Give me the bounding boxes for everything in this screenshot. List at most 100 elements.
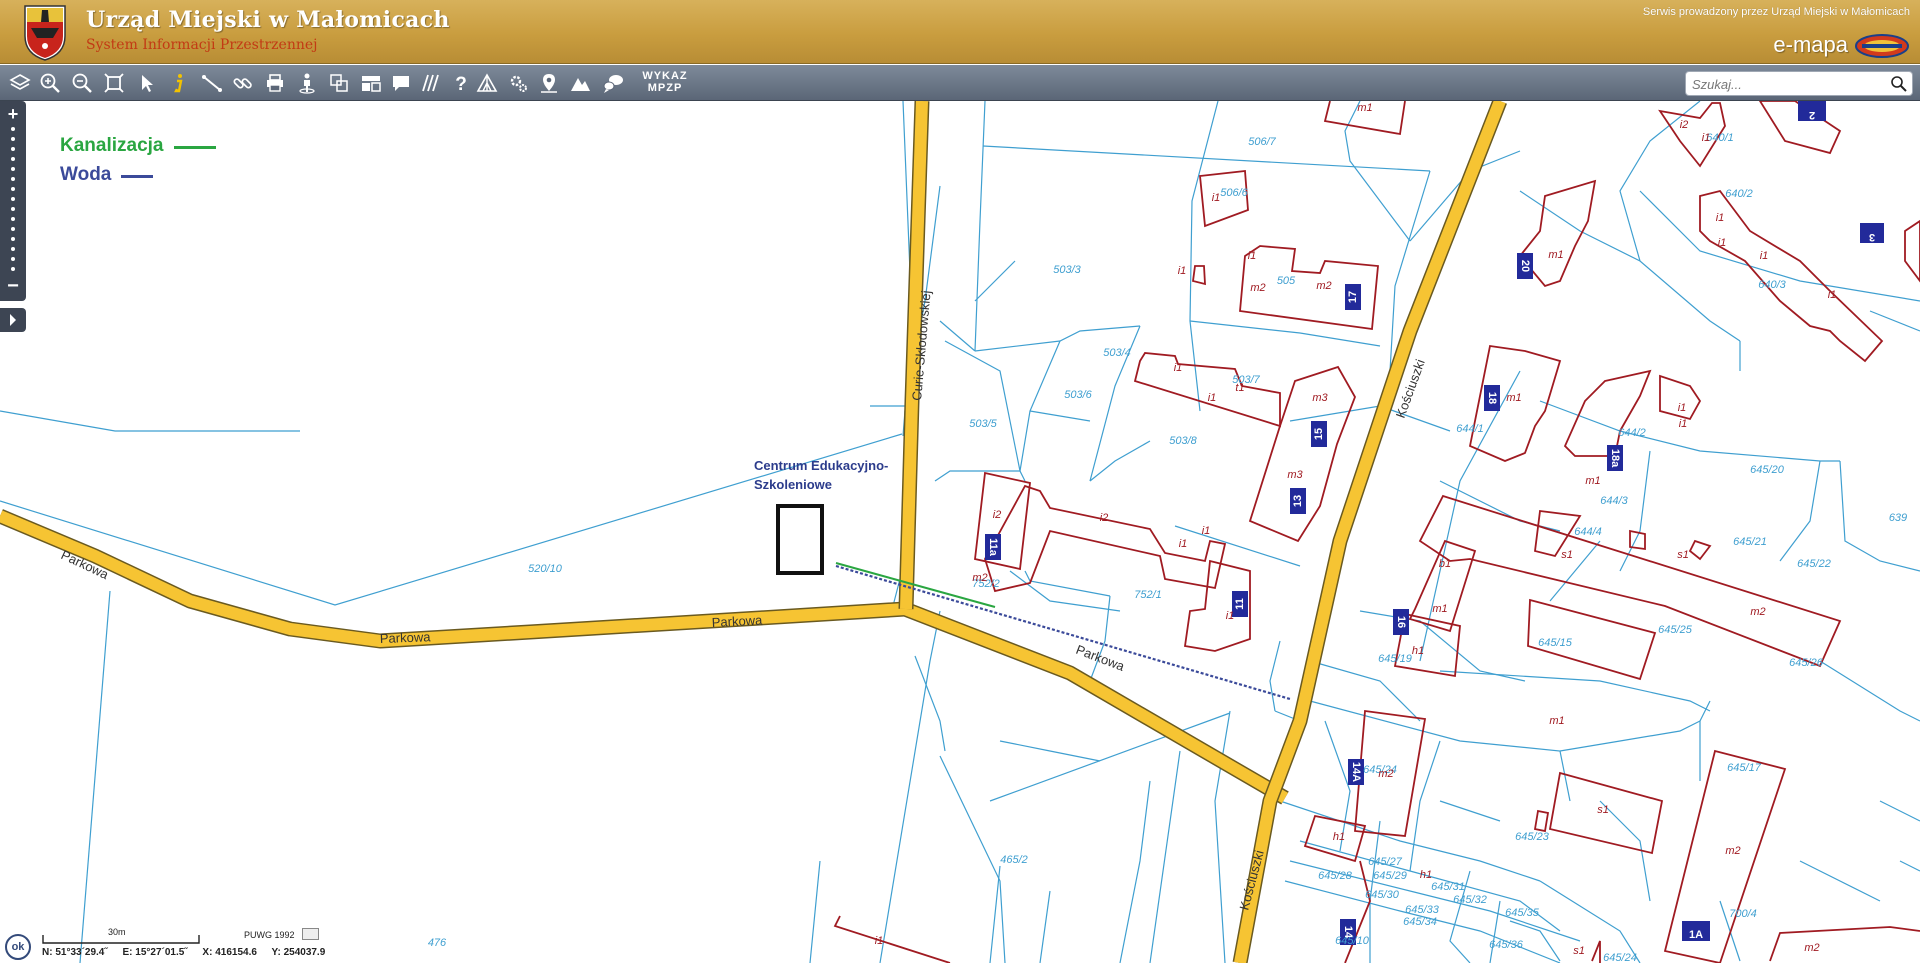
house-numbers: 17 15 13 11a 11 20 18 18a 16 14A 14 1A 2 3	[987, 109, 1875, 941]
parcel-label: 645/35	[1505, 907, 1540, 919]
parcel-label: 639	[1889, 512, 1907, 524]
zoom-in-button[interactable]	[37, 69, 63, 97]
ok-button[interactable]: ok	[5, 934, 31, 960]
header-subtitle: System Informacji Przestrzennej	[86, 37, 318, 53]
parcel-label: 644/3	[1600, 495, 1628, 507]
zoom-level-dot[interactable]	[11, 147, 15, 151]
terrain-button[interactable]	[567, 69, 593, 97]
layout-button[interactable]	[358, 69, 384, 97]
building-label: i1	[1174, 362, 1183, 374]
zoom-level-dot[interactable]	[11, 267, 15, 271]
parcel-label: 506/6	[1220, 187, 1248, 199]
house-number: 20	[1519, 260, 1531, 272]
parcel-label: 645/26	[1789, 657, 1824, 669]
link-button[interactable]	[230, 69, 256, 97]
parcel-label: 645/23	[1515, 831, 1550, 843]
zoom-panel: + −	[0, 101, 26, 301]
parcel-label: 505	[1277, 275, 1296, 287]
building-label: i1	[875, 935, 884, 947]
parcel-label: 645/28	[1318, 870, 1353, 882]
zoom-slider[interactable]	[11, 127, 15, 275]
building-label: m2	[1250, 282, 1265, 294]
building-label: i1	[1702, 132, 1711, 144]
info-button[interactable]	[166, 69, 192, 97]
layers-icon	[9, 74, 31, 90]
compare-button[interactable]	[326, 69, 352, 97]
building-label: i1	[1226, 610, 1235, 622]
zoom-out-control[interactable]: −	[3, 276, 23, 297]
scale-label: 30m	[108, 927, 126, 937]
side-panel-toggle[interactable]	[0, 308, 26, 332]
zoom-level-dot[interactable]	[11, 127, 15, 131]
zoom-level-dot[interactable]	[11, 187, 15, 191]
hatch-button[interactable]	[418, 69, 444, 97]
print-button[interactable]	[262, 69, 288, 97]
help-button[interactable]: ?	[448, 69, 474, 97]
crs-switch-button[interactable]	[302, 928, 319, 940]
mpzp-list-button[interactable]: WYKAZ MPZP	[636, 70, 694, 96]
building-label: m1	[1549, 715, 1564, 727]
building-label: m2	[1804, 942, 1819, 954]
house-number: 14A	[1350, 762, 1362, 782]
settings-button[interactable]	[505, 69, 531, 97]
sewer-line	[835, 562, 996, 608]
building-label: s1	[1597, 804, 1609, 816]
geosystem-logo	[1855, 34, 1909, 58]
legend-label-kanalizacja: Kanalizacja	[60, 134, 164, 156]
parcel-label: 645/22	[1797, 558, 1831, 570]
map-canvas[interactable]: Parkowa Parkowa Parkowa Parkowa Curie-Sk…	[0, 101, 1920, 963]
building-label: i1	[1202, 525, 1211, 537]
zoom-level-dot[interactable]	[11, 157, 15, 161]
link-icon	[233, 78, 252, 89]
emapa-brand: e-mapa	[1773, 32, 1848, 57]
street-view-button[interactable]	[294, 69, 320, 97]
header: Urząd Miejski w Małomicach System Inform…	[0, 0, 1920, 64]
parcel-label: 700/4	[1729, 908, 1757, 920]
parcel-label: 645/24	[1603, 952, 1637, 963]
parcel-label: 645/20	[1750, 464, 1785, 476]
parcel-label: 645/21	[1733, 536, 1767, 548]
measure-button[interactable]	[199, 69, 225, 97]
coord-n: N: 51°33´29.4˝	[42, 947, 108, 958]
parcel-label: 645/30	[1365, 889, 1400, 901]
zoom-level-dot[interactable]	[11, 207, 15, 211]
location-button[interactable]	[536, 69, 562, 97]
zoom-level-dot[interactable]	[11, 177, 15, 181]
parcel-label: 645/17	[1727, 762, 1762, 774]
layers-button[interactable]	[7, 69, 33, 97]
poi-label-line1: Centrum Edukacyjno-	[754, 458, 888, 473]
house-number: 11	[1234, 598, 1246, 610]
map-status-bar: ok 30m PUWG 1992 N: 51°33´29.4˝ E: 15°27…	[0, 926, 420, 963]
zoom-level-dot[interactable]	[11, 197, 15, 201]
full-extent-button[interactable]	[101, 69, 127, 97]
legend-swatch-woda	[121, 175, 154, 178]
zoom-level-dot[interactable]	[11, 257, 15, 261]
street-label-parkowa-4: Parkowa	[1074, 642, 1127, 674]
parcel-label: 640/3	[1758, 279, 1786, 291]
layout-icon	[362, 76, 381, 92]
building-label: m3	[1287, 469, 1303, 481]
zoom-level-dot[interactable]	[11, 217, 15, 221]
comment-button[interactable]	[388, 69, 414, 97]
building-label: i2	[1100, 512, 1109, 524]
zoom-out-button[interactable]	[69, 69, 95, 97]
select-arrow-icon	[142, 75, 153, 92]
messages-icon	[603, 75, 623, 93]
parcel-label: 644/2	[1618, 427, 1646, 439]
zoom-level-dot[interactable]	[11, 227, 15, 231]
select-button[interactable]	[134, 69, 160, 97]
search-input[interactable]	[1692, 74, 1882, 94]
tent-button[interactable]	[474, 69, 500, 97]
zoom-level-dot[interactable]	[11, 137, 15, 141]
svg-text:?: ?	[455, 74, 467, 94]
zoom-in-control[interactable]: +	[3, 104, 23, 124]
zoom-level-dot[interactable]	[11, 247, 15, 251]
messages-button[interactable]	[600, 69, 626, 97]
parcel-label: 645/27	[1368, 856, 1403, 868]
coord-y: Y: 254037.9	[271, 947, 326, 958]
zoom-level-dot[interactable]	[11, 167, 15, 171]
zoom-level-dot[interactable]	[11, 237, 15, 241]
search-icon[interactable]	[1890, 75, 1908, 93]
house-number: 11a	[987, 538, 999, 557]
building-label: i1	[1212, 192, 1221, 204]
